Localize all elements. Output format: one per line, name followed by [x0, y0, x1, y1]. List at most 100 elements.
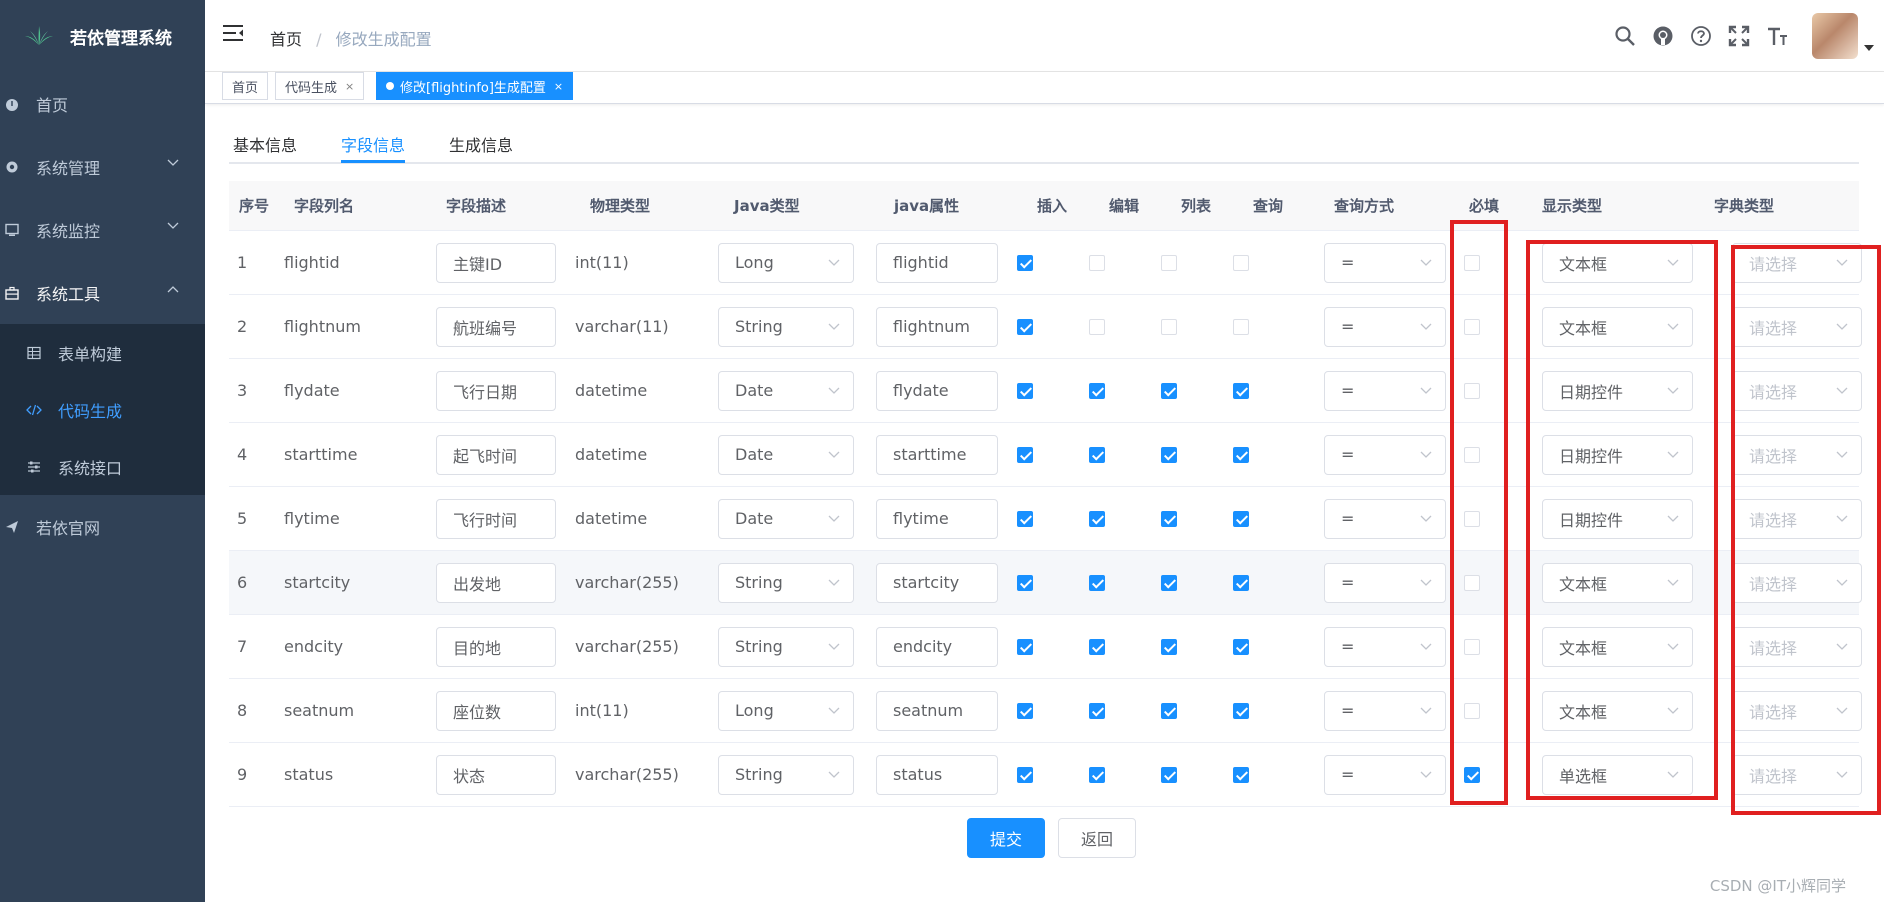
java-type-select[interactable]: String	[718, 754, 854, 795]
query-type-select[interactable]: =	[1324, 370, 1446, 411]
list-checkbox[interactable]	[1161, 318, 1177, 335]
sidebar-item-system[interactable]: 系统管理	[0, 135, 205, 198]
sidebar-item-tools[interactable]: 系统工具	[0, 261, 205, 324]
html-type-select[interactable]: 文本框	[1542, 306, 1693, 347]
required-checkbox[interactable]	[1464, 638, 1480, 655]
sidebar-item-swagger[interactable]: 系统接口	[0, 438, 205, 495]
insert-checkbox[interactable]	[1017, 254, 1033, 271]
insert-checkbox[interactable]	[1017, 446, 1033, 463]
dict-type-select[interactable]: 请选择	[1732, 754, 1862, 795]
html-type-select[interactable]: 单选框	[1542, 754, 1693, 795]
insert-checkbox[interactable]	[1017, 766, 1033, 783]
insert-checkbox[interactable]	[1017, 382, 1033, 399]
search-icon[interactable]	[1606, 16, 1644, 56]
list-checkbox[interactable]	[1161, 254, 1177, 271]
insert-checkbox[interactable]	[1017, 574, 1033, 591]
dict-type-select[interactable]: 请选择	[1732, 690, 1862, 731]
close-icon[interactable]: ×	[554, 80, 563, 93]
edit-checkbox[interactable]	[1089, 318, 1105, 335]
dict-type-select[interactable]: 请选择	[1732, 306, 1862, 347]
edit-checkbox[interactable]	[1089, 574, 1105, 591]
query-type-select[interactable]: =	[1324, 562, 1446, 603]
insert-checkbox[interactable]	[1017, 318, 1033, 335]
java-type-select[interactable]: String	[718, 562, 854, 603]
column-desc-input[interactable]: 起飞时间	[436, 434, 556, 475]
back-button[interactable]: 返回	[1058, 818, 1136, 858]
query-type-select[interactable]: =	[1324, 690, 1446, 731]
tab-gen-info[interactable]: 生成信息	[449, 132, 513, 156]
dict-type-select[interactable]: 请选择	[1732, 498, 1862, 539]
submit-button[interactable]: 提交	[967, 818, 1045, 858]
java-type-select[interactable]: Long	[718, 242, 854, 283]
query-type-select[interactable]: =	[1324, 434, 1446, 475]
java-type-select[interactable]: Long	[718, 690, 854, 731]
html-type-select[interactable]: 文本框	[1542, 690, 1693, 731]
list-checkbox[interactable]	[1161, 574, 1177, 591]
edit-checkbox[interactable]	[1089, 638, 1105, 655]
caret-down-icon[interactable]	[1864, 45, 1874, 51]
html-type-select[interactable]: 日期控件	[1542, 498, 1693, 539]
tab-basic-info[interactable]: 基本信息	[233, 132, 297, 156]
query-type-select[interactable]: =	[1324, 498, 1446, 539]
column-desc-input[interactable]: 飞行时间	[436, 498, 556, 539]
java-field-input[interactable]: endcity	[876, 626, 998, 667]
column-desc-input[interactable]: 目的地	[436, 626, 556, 667]
tag-home[interactable]: 首页	[222, 72, 269, 100]
list-checkbox[interactable]	[1161, 510, 1177, 527]
sidebar-item-home[interactable]: 首页	[0, 72, 205, 135]
java-field-input[interactable]: flydate	[876, 370, 998, 411]
breadcrumb-home[interactable]: 首页	[270, 30, 302, 49]
html-type-select[interactable]: 文本框	[1542, 242, 1693, 283]
edit-checkbox[interactable]	[1089, 702, 1105, 719]
java-field-input[interactable]: flytime	[876, 498, 998, 539]
dict-type-select[interactable]: 请选择	[1732, 370, 1862, 411]
java-type-select[interactable]: Date	[718, 434, 854, 475]
query-checkbox[interactable]	[1233, 254, 1249, 271]
tag-edit-config[interactable]: 修改[flightinfo]生成配置 ×	[376, 72, 574, 100]
fullscreen-icon[interactable]	[1720, 16, 1758, 56]
required-checkbox[interactable]	[1464, 702, 1480, 719]
java-field-input[interactable]: starttime	[876, 434, 998, 475]
dict-type-select[interactable]: 请选择	[1732, 626, 1862, 667]
query-checkbox[interactable]	[1233, 702, 1249, 719]
java-field-input[interactable]: seatnum	[876, 690, 998, 731]
font-size-icon[interactable]	[1758, 16, 1796, 56]
required-checkbox[interactable]	[1464, 318, 1480, 335]
query-type-select[interactable]: =	[1324, 306, 1446, 347]
java-type-select[interactable]: String	[718, 626, 854, 667]
column-desc-input[interactable]: 主键ID	[436, 242, 556, 283]
java-type-select[interactable]: String	[718, 306, 854, 347]
column-desc-input[interactable]: 出发地	[436, 562, 556, 603]
java-field-input[interactable]: flightnum	[876, 306, 998, 347]
query-checkbox[interactable]	[1233, 446, 1249, 463]
query-checkbox[interactable]	[1233, 766, 1249, 783]
html-type-select[interactable]: 文本框	[1542, 562, 1693, 603]
java-field-input[interactable]: status	[876, 754, 998, 795]
edit-checkbox[interactable]	[1089, 382, 1105, 399]
required-checkbox[interactable]	[1464, 766, 1480, 783]
required-checkbox[interactable]	[1464, 510, 1480, 527]
html-type-select[interactable]: 日期控件	[1542, 434, 1693, 475]
dict-type-select[interactable]: 请选择	[1732, 242, 1862, 283]
edit-checkbox[interactable]	[1089, 510, 1105, 527]
query-type-select[interactable]: =	[1324, 626, 1446, 667]
required-checkbox[interactable]	[1464, 574, 1480, 591]
required-checkbox[interactable]	[1464, 382, 1480, 399]
html-type-select[interactable]: 文本框	[1542, 626, 1693, 667]
java-type-select[interactable]: Date	[718, 498, 854, 539]
edit-checkbox[interactable]	[1089, 446, 1105, 463]
insert-checkbox[interactable]	[1017, 510, 1033, 527]
edit-checkbox[interactable]	[1089, 254, 1105, 271]
required-checkbox[interactable]	[1464, 254, 1480, 271]
tag-code-gen[interactable]: 代码生成 ×	[275, 72, 365, 100]
sidebar-item-form-builder[interactable]: 表单构建	[0, 324, 205, 381]
list-checkbox[interactable]	[1161, 638, 1177, 655]
query-type-select[interactable]: =	[1324, 754, 1446, 795]
edit-checkbox[interactable]	[1089, 766, 1105, 783]
query-checkbox[interactable]	[1233, 318, 1249, 335]
logo[interactable]: 若依管理系统	[0, 0, 205, 72]
tab-field-info[interactable]: 字段信息	[341, 132, 405, 156]
insert-checkbox[interactable]	[1017, 702, 1033, 719]
column-desc-input[interactable]: 座位数	[436, 690, 556, 731]
column-desc-input[interactable]: 飞行日期	[436, 370, 556, 411]
